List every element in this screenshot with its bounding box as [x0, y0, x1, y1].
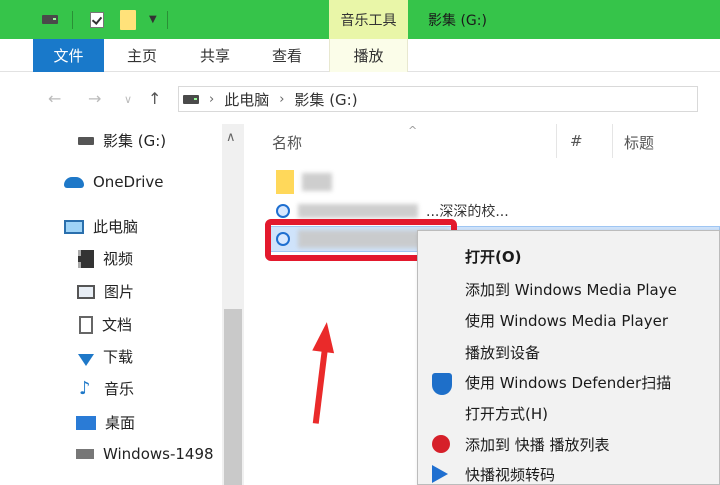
breadcrumb-drive-g[interactable]: 影集 (G:): [294, 89, 357, 110]
sidebar-item-this-pc[interactable]: 此电脑: [64, 216, 138, 237]
blurred-file-name: [302, 173, 332, 191]
new-folder-icon[interactable]: [120, 0, 136, 39]
menu-item-cast-to-device[interactable]: 播放到设备: [418, 337, 719, 368]
menu-item-label: 打开方式(H): [465, 405, 548, 423]
annotation-arrow-shaft: [312, 347, 328, 424]
sidebar-item-label: 音乐: [104, 380, 135, 398]
address-box[interactable]: › 此电脑 › 影集 (G:): [178, 86, 698, 112]
sidebar-item-windows-drive[interactable]: Windows-1498: [76, 445, 214, 463]
sidebar-item-label: 图片: [104, 283, 135, 301]
forward-arrow-icon[interactable]: →: [88, 89, 101, 108]
menu-item-label: 快播视频转码: [465, 466, 556, 484]
scroll-up-icon[interactable]: ∧: [226, 130, 236, 145]
menu-item-open[interactable]: 打开(O): [418, 241, 719, 272]
tab-play[interactable]: 播放: [329, 39, 408, 72]
breadcrumb-this-pc[interactable]: 此电脑: [224, 89, 269, 110]
sidebar-item-onedrive[interactable]: OneDrive: [64, 173, 164, 191]
navigation-pane: ∧ 影集 (G:) OneDrive 此电脑 视频 图片 文档 下载 ♪ 音乐 …: [0, 124, 245, 485]
up-arrow-icon[interactable]: ↑: [148, 89, 161, 108]
column-header-name[interactable]: 名称: [272, 132, 302, 153]
blurred-file-name: [298, 204, 418, 218]
onedrive-icon: [64, 176, 84, 188]
menu-item-label: 添加到 快播 播放列表: [465, 436, 610, 454]
menu-item-add-to-wmp[interactable]: 添加到 Windows Media Playe: [418, 274, 719, 305]
sidebar-item-pictures[interactable]: 图片: [77, 281, 134, 302]
sidebar-item-drive-g[interactable]: 影集 (G:): [78, 130, 166, 151]
context-menu: 打开(O) 添加到 Windows Media Playe 使用 Windows…: [417, 230, 720, 485]
sidebar-item-documents[interactable]: 文档: [79, 314, 132, 335]
column-divider[interactable]: [556, 124, 557, 158]
qvod-icon: [432, 435, 450, 453]
menu-item-defender-scan[interactable]: 使用 Windows Defender扫描: [418, 367, 719, 398]
download-icon: [78, 353, 94, 366]
recent-locations-chevron-icon[interactable]: ∨: [124, 93, 132, 106]
title-bar: ▼ 音乐工具 影集 (G:): [0, 0, 720, 39]
tab-view[interactable]: 查看: [257, 39, 317, 72]
sidebar-scrollbar-thumb[interactable]: [224, 309, 242, 485]
sidebar-item-music[interactable]: ♪ 音乐: [79, 378, 134, 399]
drive-icon: [78, 136, 94, 145]
menu-item-open-with[interactable]: 打开方式(H): [418, 398, 719, 429]
file-name: ...深深的校...: [426, 204, 509, 220]
computer-icon: [64, 219, 84, 234]
tab-file[interactable]: 文件: [33, 39, 104, 72]
tab-home[interactable]: 主页: [112, 39, 172, 72]
chevron-down-icon[interactable]: ▼: [149, 0, 157, 39]
window-title: 影集 (G:): [428, 13, 487, 29]
media-file-icon: [276, 204, 290, 218]
folder-icon: [276, 170, 294, 194]
list-item[interactable]: [276, 170, 340, 194]
menu-item-label: 使用 Windows Media Player: [465, 312, 668, 330]
drive-icon: [183, 94, 199, 104]
tab-share[interactable]: 共享: [185, 39, 245, 72]
file-list-header: ^ 名称 # 标题: [258, 124, 720, 158]
defender-shield-icon: [432, 373, 452, 395]
sort-ascending-icon: ^: [408, 124, 418, 137]
convert-icon: [432, 465, 448, 483]
navigation-bar: ← → ∨ ↑ › 此电脑 › 影集 (G:): [0, 72, 720, 124]
breadcrumb-separator: ›: [209, 91, 215, 107]
music-icon: ♪: [79, 378, 91, 399]
sidebar-item-label: 影集 (G:): [103, 132, 167, 150]
menu-item-label: 打开(O): [465, 248, 522, 266]
separator: [72, 0, 73, 39]
video-icon: [78, 249, 94, 268]
breadcrumb-separator: ›: [279, 91, 285, 107]
column-header-number[interactable]: #: [570, 132, 583, 150]
sidebar-item-label: 此电脑: [93, 218, 139, 236]
document-icon: [79, 315, 93, 334]
sidebar-item-label: OneDrive: [93, 173, 164, 191]
sidebar-item-desktop[interactable]: 桌面: [76, 412, 135, 433]
sidebar-item-downloads[interactable]: 下载: [78, 346, 133, 367]
menu-item-label: 使用 Windows Defender扫描: [465, 374, 672, 392]
drive-icon: [42, 0, 58, 39]
sidebar-item-videos[interactable]: 视频: [78, 248, 133, 269]
menu-item-label: 播放到设备: [465, 344, 541, 362]
menu-item-label: 添加到 Windows Media Playe: [465, 281, 677, 299]
sidebar-item-label: 视频: [103, 250, 134, 268]
sidebar-item-label: 下载: [103, 348, 134, 366]
properties-check-icon[interactable]: [90, 0, 104, 39]
picture-icon: [77, 284, 95, 299]
ribbon: 文件 主页 共享 查看 播放: [0, 39, 720, 72]
column-header-title[interactable]: 标题: [624, 132, 654, 153]
list-item[interactable]: ...深深的校...: [276, 201, 509, 221]
sidebar-item-label: Windows-1498: [103, 445, 214, 463]
menu-item-add-to-qvod[interactable]: 添加到 快播 播放列表: [418, 429, 719, 460]
separator: [167, 0, 168, 39]
menu-item-play-with-wmp[interactable]: 使用 Windows Media Player: [418, 305, 719, 336]
desktop-icon: [76, 415, 96, 430]
annotation-arrow-head: [312, 320, 338, 354]
drive-icon: [76, 449, 94, 459]
sidebar-item-label: 桌面: [105, 414, 136, 432]
menu-item-qvod-convert[interactable]: 快播视频转码: [418, 459, 719, 484]
column-divider[interactable]: [612, 124, 613, 158]
back-arrow-icon[interactable]: ←: [48, 89, 61, 108]
music-tools-context-tab: 音乐工具: [329, 0, 408, 39]
sidebar-item-label: 文档: [102, 316, 133, 334]
